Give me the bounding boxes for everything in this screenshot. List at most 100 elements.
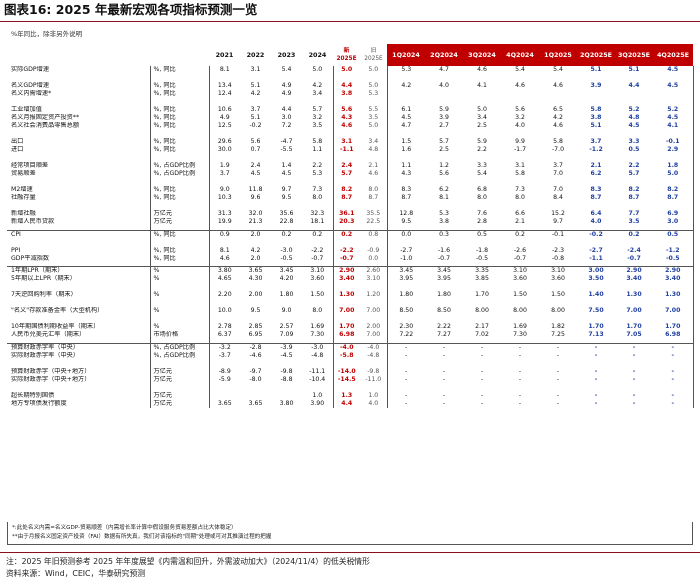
quarter-value: 3.3 [477,162,487,169]
spacer-cell [653,98,694,106]
quarter-value: 3.4 [477,114,487,121]
quarter-value: 7.7 [628,210,640,217]
spacer-cell [463,239,501,247]
year-value: 2.85 [248,323,263,330]
spacer-cell [463,178,501,186]
new-2025e-value: 8.2 [332,186,360,194]
indicator-name: 1年期LPR（期末） [11,267,64,274]
new-2025e-value: 0.2 [332,230,360,239]
spacer-cell [149,359,210,368]
indicator-name: 预算财政赤字率（中央） [11,343,80,351]
new-2025e-value: 3.40 [332,275,360,283]
spacer-cell [463,384,501,392]
quarter-value: - [556,351,560,359]
quarter-value: 3.45 [437,267,451,274]
quarter-value: 5.8 [515,170,525,177]
quarter-value: -0.7 [437,254,451,262]
quarter-value: 4.2 [553,114,563,121]
year-value: 0.2 [281,230,292,238]
quarter-value: 1.30 [653,291,694,299]
indicator-unit: %, 同比 [149,66,210,74]
year-value: 8.0 [312,194,323,201]
quarter-value: - [594,399,598,407]
indicator-unit: %, 同比 [149,122,210,130]
year-value: -8.9 [218,367,231,375]
year-value: 12.4 [217,90,232,97]
old-2025e-value: 3.5 [360,114,388,122]
quarter-value: -1.2 [589,146,603,153]
quarter-value: 2.5 [439,146,449,153]
spacer-cell [360,130,388,138]
quarter-value: 4.5 [386,114,425,122]
quarter-value: - [518,399,522,407]
spacer-cell [271,98,302,106]
spacer-cell [271,239,302,247]
spacer-cell [271,360,302,368]
spacer-cell [332,315,360,323]
year-value: -3.0 [311,343,324,351]
old-2025e-value: 1.20 [360,291,388,299]
year-value: 31.3 [217,210,232,217]
quarter-value: 1.82 [551,323,565,330]
year-value: 5.8 [312,138,323,145]
spacer-cell [653,202,694,210]
indicator-name: 贸易顺差 [11,170,36,177]
quarter-value: 4.3 [386,170,425,178]
quarter-value: 4.5 [653,82,694,90]
year-value: 4.9 [281,90,292,97]
new-2025e-value: 7.00 [332,307,360,315]
quarter-value: 2.2 [628,162,640,169]
spacer-cell [463,202,501,210]
quarter-value: 4.6 [553,82,563,89]
quarter-value: 3.9 [439,114,449,121]
quarter-value: 0.5 [477,230,487,238]
spacer-cell [271,130,302,138]
spacer-cell [149,238,210,247]
year-value: 5.1 [250,82,261,89]
year-value: -0.2 [249,122,262,129]
indicator-name: GDP平减指数 [11,254,50,262]
year-value: 22.8 [279,218,294,225]
new-2025e-value: 20.3 [332,218,360,226]
quarter-value: 8.0 [477,194,487,201]
spacer-cell [501,154,539,162]
quarter-value: 2.7 [439,122,449,129]
quarter-value: 8.3 [386,186,425,194]
header-year: 2024 [308,51,327,59]
spacer-cell [577,98,615,106]
spacer-cell [209,239,240,247]
quarter-value: 1.80 [386,291,425,299]
new-2025e-value: -1.1 [332,146,360,154]
table-row: 超长期特别国债 万亿元 1.0 1.3 1.0- - - - - - - - [7,391,694,400]
indicator-unit: 万亿元 [149,210,210,218]
year-value: 2.0 [250,230,261,238]
quarter-value: - [386,351,425,360]
spacer-cell [240,315,271,323]
quarter-value: - [653,375,694,384]
old-2025e-value: 8.0 [360,186,388,194]
spacer-cell [271,315,302,323]
indicator-name: 名义内需增速* [11,90,52,97]
spacer-cell [425,154,463,162]
indicator-name: 实际财政赤字率（中央） [11,351,80,359]
spacer-cell [7,74,150,82]
quarter-value: -1.2 [653,246,694,255]
row-spacer [7,154,694,162]
header-quarter: 4Q2024 [501,44,539,66]
table-row: PPI%, 同比 8.1 4.2 -3.0 -2.2 -2.2 -0.9 -2.7 -1.6 -1… [7,246,694,255]
quarter-value: 2.1 [590,162,602,169]
spacer-cell [463,98,501,106]
spacer-cell [386,359,425,368]
year-value: 7.3 [312,186,323,193]
spacer-cell [209,315,240,323]
quarter-value: - [480,367,484,375]
year-value: 30.0 [217,146,232,153]
year-value: 4.2 [312,82,323,89]
year-value: 8.1 [219,246,230,254]
quarter-value: - [594,351,598,359]
spacer-cell [463,299,501,307]
table-row: 进口 %, 同比 30.0 0.7 -5.5 1.1 -1.1 4.8 1.6 2.5 2.2 -1.… [7,146,694,154]
quarter-value: 5.7 [439,138,449,145]
quarter-value: 1.8 [653,162,694,170]
quarter-value: 7.27 [437,331,451,338]
